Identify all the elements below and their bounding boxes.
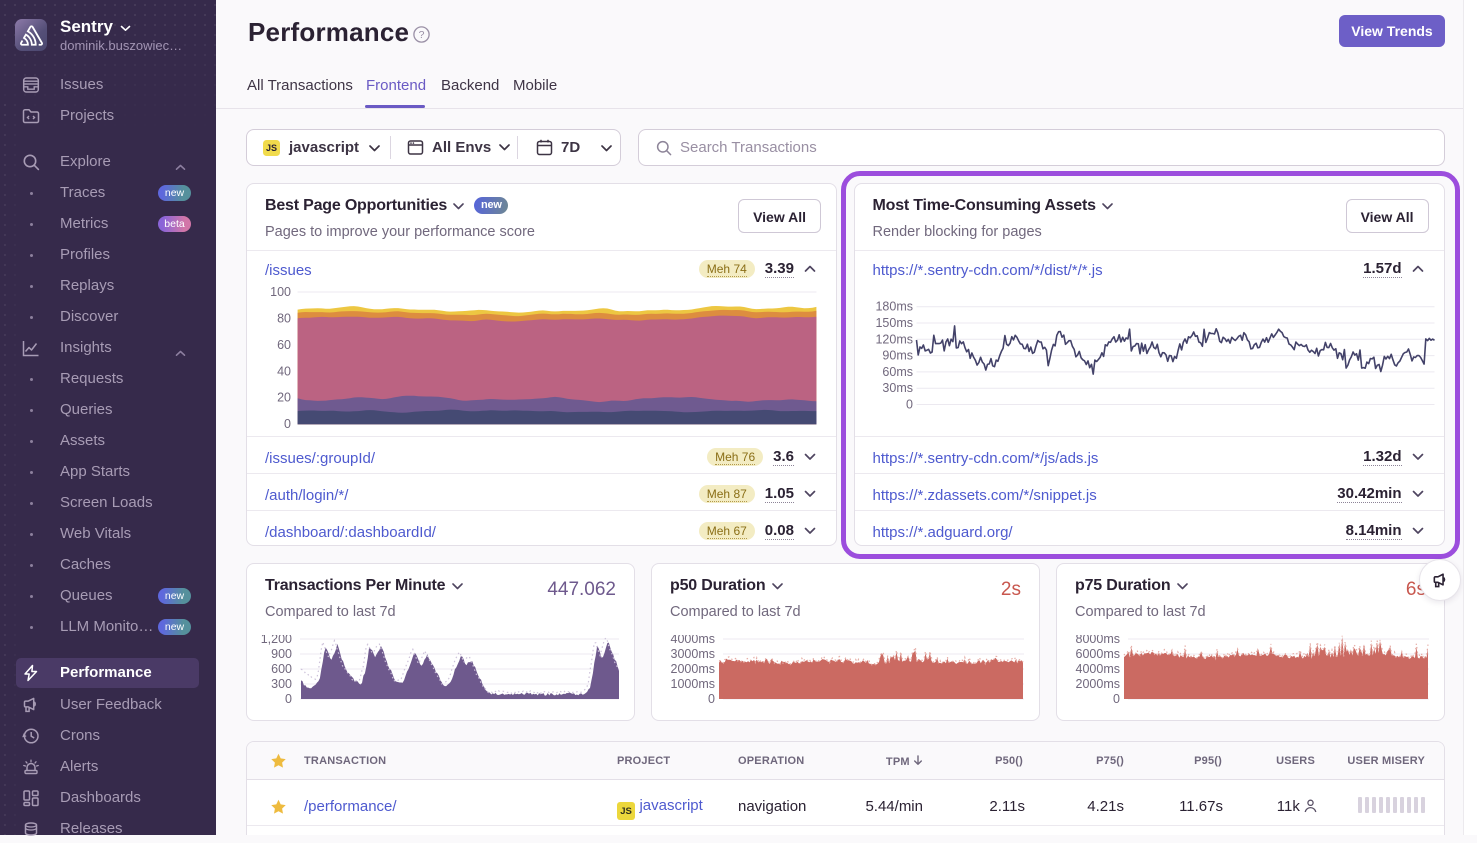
svg-text:2000ms: 2000ms [1076,677,1120,691]
svg-text:150ms: 150ms [875,316,913,330]
svg-text:0: 0 [285,692,292,706]
svg-text:300: 300 [271,677,292,691]
svg-text:1000ms: 1000ms [671,677,715,691]
svg-text:120ms: 120ms [875,332,913,346]
svg-text:8000ms: 8000ms [1076,635,1120,646]
svg-text:0: 0 [1113,692,1120,706]
svg-text:90ms: 90ms [882,349,913,363]
svg-text:1,200: 1,200 [261,635,292,646]
svg-text:4000ms: 4000ms [1076,662,1120,676]
svg-text:900: 900 [271,647,292,661]
svg-text:6000ms: 6000ms [1076,647,1120,661]
svg-text:?: ? [419,29,425,41]
svg-text:80: 80 [277,311,291,325]
svg-text:60ms: 60ms [882,365,913,379]
svg-text:0: 0 [906,398,913,412]
svg-text:2000ms: 2000ms [671,662,715,676]
svg-text:60: 60 [277,338,291,352]
svg-text:20: 20 [277,391,291,405]
svg-text:4000ms: 4000ms [671,635,715,646]
svg-text:0: 0 [284,417,291,431]
svg-text:600: 600 [271,662,292,676]
svg-text:0: 0 [708,692,715,706]
svg-text:3000ms: 3000ms [671,647,715,661]
svg-text:100: 100 [270,285,291,299]
svg-text:30ms: 30ms [882,381,913,395]
svg-text:40: 40 [277,364,291,378]
svg-text:180ms: 180ms [875,300,913,314]
